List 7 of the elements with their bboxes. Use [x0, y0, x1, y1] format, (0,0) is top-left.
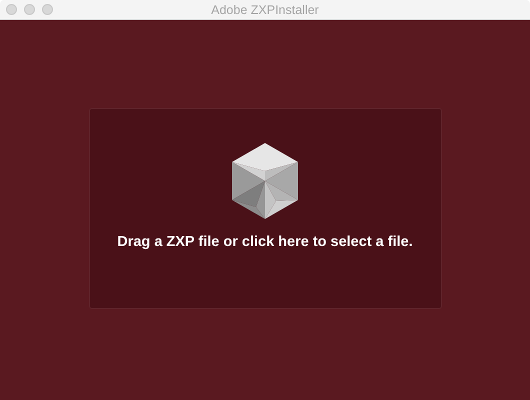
- drop-zone[interactable]: Drag a ZXP file or click here to select a file.: [88, 108, 442, 308]
- zoom-button[interactable]: [42, 4, 53, 15]
- close-button[interactable]: [6, 4, 17, 15]
- cube-icon: [232, 142, 298, 218]
- window-title: Adobe ZXPInstaller: [211, 2, 319, 16]
- minimize-button[interactable]: [24, 4, 35, 15]
- drop-prompt: Drag a ZXP file or click here to select a file.: [117, 234, 413, 250]
